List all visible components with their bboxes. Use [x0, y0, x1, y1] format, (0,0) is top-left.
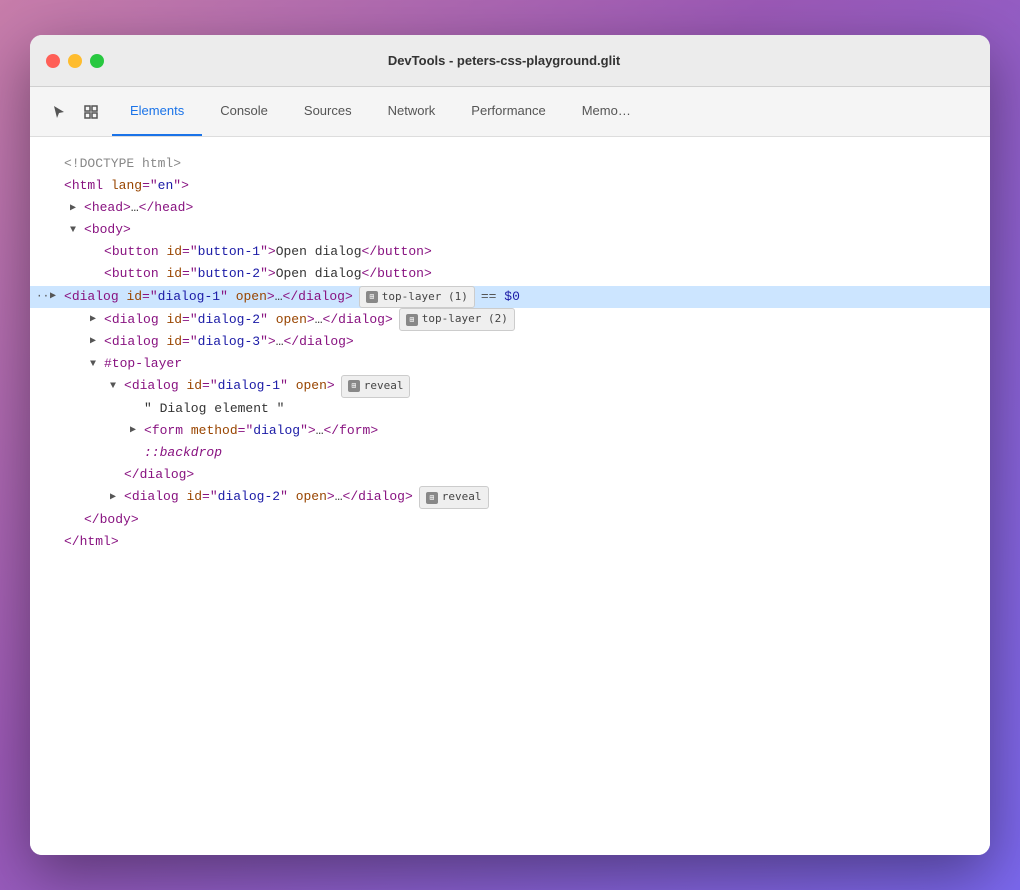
tabbar: Elements Console Sources Network Perform… [30, 87, 990, 137]
dialog1-expanded-line[interactable]: <dialog id="dialog-1" open> ⊞ reveal [50, 375, 970, 398]
dialog3-triangle[interactable] [90, 333, 104, 350]
doctype-line: ▶ <!DOCTYPE html> [50, 153, 970, 175]
dots-menu[interactable]: ··· [36, 288, 56, 307]
top-layer-1-badge[interactable]: ⊞ top-layer (1) [359, 286, 475, 309]
dialog2-inner-triangle[interactable] [110, 489, 124, 506]
backdrop-line: ▶ ::backdrop [50, 442, 970, 464]
titlebar: DevTools - peters-css-playground.glit [30, 35, 990, 87]
tab-elements[interactable]: Elements [112, 87, 202, 136]
form-triangle[interactable] [130, 422, 144, 439]
head-line[interactable]: <head>…</head> [50, 197, 970, 219]
head-triangle[interactable] [70, 200, 84, 217]
elements-panel: ▶ <!DOCTYPE html> ▶ <html lang="en"> <he… [30, 137, 990, 855]
top-layer-line[interactable]: #top-layer [50, 353, 970, 375]
dialog1-close-line: ▶ </dialog> [50, 464, 970, 486]
equals-sign: == [481, 286, 497, 308]
dialog-text-line: ▶ " Dialog element " [50, 398, 970, 420]
inspect-icon[interactable] [78, 99, 104, 125]
dialog1-inner-triangle[interactable] [110, 378, 124, 395]
devtools-window: DevTools - peters-css-playground.glit El [30, 35, 990, 855]
tab-sources[interactable]: Sources [286, 87, 370, 136]
dialog3-line[interactable]: <dialog id="dialog-3">…</dialog> [50, 331, 970, 353]
window-title: DevTools - peters-css-playground.glit [34, 53, 974, 68]
reveal-badge-2[interactable]: ⊞ reveal [419, 486, 489, 509]
top-layer-2-badge[interactable]: ⊞ top-layer (2) [399, 308, 515, 331]
button1-line[interactable]: ▶ <button id="button-1">Open dialog</but… [50, 241, 970, 263]
dialog2-triangle[interactable] [90, 311, 104, 328]
body-close-line: ▶ </body> [50, 509, 970, 531]
html-close-line: ▶ </html> [50, 531, 970, 553]
body-open-line[interactable]: <body> [50, 219, 970, 241]
reveal-badge-1[interactable]: ⊞ reveal [341, 375, 411, 398]
doctype-text: <!DOCTYPE html> [64, 153, 181, 175]
dollar-zero: $0 [496, 286, 519, 308]
reveal-icon-2: ⊞ [426, 492, 438, 504]
tab-icons [38, 87, 112, 136]
cursor-icon[interactable] [46, 99, 72, 125]
form-line[interactable]: <form method="dialog">…</form> [50, 420, 970, 442]
body-triangle[interactable] [70, 222, 84, 239]
reveal-icon: ⊞ [348, 380, 360, 392]
tab-performance[interactable]: Performance [453, 87, 563, 136]
html-open-line[interactable]: ▶ <html lang="en"> [50, 175, 970, 197]
layer-icon: ⊞ [406, 314, 418, 326]
layer-icon: ⊞ [366, 291, 378, 303]
dialog1-line[interactable]: ··· <dialog id="dialog-1" open>…</dialog… [30, 286, 990, 309]
button2-line[interactable]: ▶ <button id="button-2">Open dialog</but… [50, 263, 970, 285]
tabs: Elements Console Sources Network Perform… [112, 87, 649, 136]
tab-console[interactable]: Console [202, 87, 286, 136]
dialog2-line[interactable]: <dialog id="dialog-2" open>…</dialog> ⊞ … [50, 308, 970, 331]
tab-network[interactable]: Network [370, 87, 454, 136]
top-layer-triangle[interactable] [90, 356, 104, 373]
tab-memory[interactable]: Memo… [564, 87, 649, 136]
dialog2-inner-line[interactable]: <dialog id="dialog-2" open>…</dialog> ⊞ … [50, 486, 970, 509]
